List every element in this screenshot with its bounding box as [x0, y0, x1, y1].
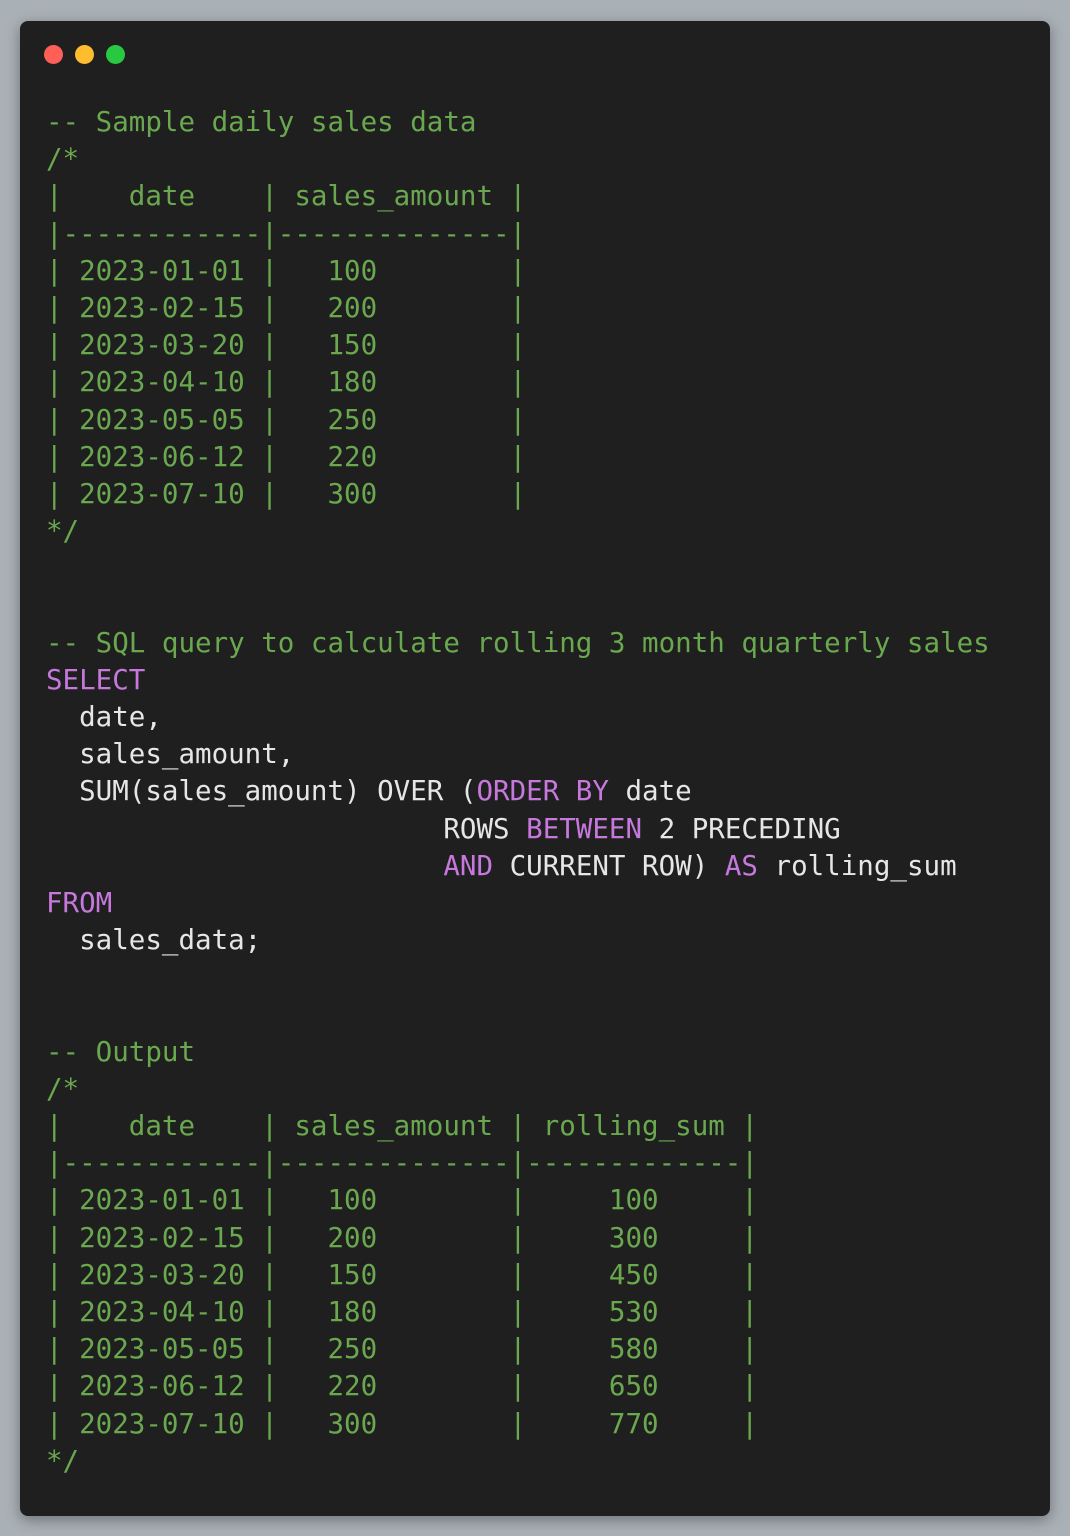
- code-block: -- Sample daily sales data /* | date | sal…: [46, 104, 990, 1480]
- close-dot[interactable]: [44, 45, 63, 64]
- sql-keyword: SELECT: [46, 663, 146, 696]
- code-line: ROWS BETWEEN 2 PRECEDING: [46, 811, 990, 848]
- code-line: | 2023-03-20 | 150 | 450 |: [46, 1257, 990, 1294]
- code-comment: | date | sales_amount |: [46, 180, 527, 213]
- code-window: -- Sample daily sales data /* | date | sal…: [20, 21, 1050, 1516]
- code-comment: /*: [46, 1072, 80, 1105]
- code-line: | date | sales_amount | rolling_sum |: [46, 1108, 990, 1145]
- code-text: CURRENT ROW): [493, 849, 725, 882]
- code-line: AND CURRENT ROW) AS rolling_sum: [46, 848, 990, 885]
- code-text: sales_data;: [46, 924, 262, 957]
- code-line: | 2023-07-10 | 300 | 770 |: [46, 1406, 990, 1443]
- code-line: | 2023-07-10 | 300 |: [46, 476, 990, 513]
- code-comment: | 2023-05-05 | 250 |: [46, 403, 527, 436]
- code-comment: | 2023-06-12 | 220 | 650 |: [46, 1370, 758, 1403]
- code-line: | date | sales_amount |: [46, 178, 990, 215]
- code-comment: | 2023-04-10 | 180 | 530 |: [46, 1296, 758, 1328]
- code-comment: */: [46, 515, 80, 548]
- code-line: /*: [46, 1071, 990, 1108]
- code-comment: |------------|--------------|: [46, 217, 527, 250]
- code-comment: | 2023-02-15 | 200 | 300 |: [46, 1221, 758, 1254]
- code-comment: | date | sales_amount | rolling_sum |: [46, 1110, 758, 1143]
- code-comment: | 2023-07-10 | 300 | 770 |: [46, 1407, 758, 1440]
- code-line: */: [46, 513, 990, 550]
- code-line: | 2023-06-12 | 220 | 650 |: [46, 1368, 990, 1405]
- code-line: | 2023-02-15 | 200 | 300 |: [46, 1220, 990, 1257]
- minimize-dot[interactable]: [75, 45, 94, 64]
- code-line: | 2023-05-05 | 250 |: [46, 402, 990, 439]
- code-comment: | 2023-03-20 | 150 | 450 |: [46, 1258, 758, 1291]
- sql-keyword: AS: [724, 849, 758, 882]
- code-line: |------------|--------------|-----------…: [46, 1145, 990, 1182]
- code-line: date,: [46, 699, 990, 736]
- code-comment: /*: [46, 143, 80, 176]
- code-line: | 2023-06-12 | 220 |: [46, 439, 990, 476]
- code-comment: */: [46, 1444, 80, 1477]
- code-comment: | 2023-05-05 | 250 | 580 |: [46, 1333, 758, 1366]
- code-line: | 2023-02-15 | 200 |: [46, 290, 990, 327]
- code-text: SUM(sales_amount) OVER (: [46, 775, 477, 808]
- code-comment: | 2023-04-10 | 180 |: [46, 366, 527, 399]
- code-comment: | 2023-01-01 | 100 | 100 |: [46, 1184, 758, 1217]
- code-line: FROM: [46, 885, 990, 922]
- maximize-dot[interactable]: [106, 45, 125, 64]
- code-line: sales_amount,: [46, 736, 990, 773]
- code-line: | 2023-05-05 | 250 | 580 |: [46, 1331, 990, 1368]
- code-line: -- SQL query to calculate rolling 3 mont…: [46, 625, 990, 662]
- code-comment: | 2023-07-10 | 300 |: [46, 477, 527, 510]
- code-line: | 2023-03-20 | 150 |: [46, 327, 990, 364]
- code-line: | 2023-01-01 | 100 |: [46, 253, 990, 290]
- code-comment: -- Sample daily sales data: [46, 106, 477, 138]
- code-line: | 2023-01-01 | 100 | 100 |: [46, 1182, 990, 1219]
- code-comment: | 2023-01-01 | 100 |: [46, 254, 527, 287]
- code-text: date: [608, 775, 692, 808]
- code-text: sales_amount,: [46, 738, 295, 771]
- code-line: | 2023-04-10 | 180 | 530 |: [46, 1294, 990, 1331]
- code-line: /*: [46, 141, 990, 178]
- code-line: -- Output: [46, 1034, 990, 1071]
- code-text: ROWS: [46, 812, 527, 845]
- code-text: date,: [46, 701, 162, 733]
- code-comment: | 2023-03-20 | 150 |: [46, 329, 527, 362]
- code-comment: | 2023-06-12 | 220 |: [46, 440, 527, 473]
- code-line: SUM(sales_amount) OVER (ORDER BY date: [46, 773, 990, 810]
- sql-keyword: AND: [443, 849, 494, 882]
- code-line: SELECT: [46, 662, 990, 699]
- sql-keyword: ORDER BY: [476, 775, 609, 808]
- code-line: */: [46, 1443, 990, 1480]
- code-line: | 2023-04-10 | 180 |: [46, 364, 990, 401]
- code-text: 2 PRECEDING: [642, 812, 841, 845]
- code-comment: -- SQL query to calculate rolling 3 mont…: [46, 626, 990, 659]
- sql-keyword: BETWEEN: [526, 812, 643, 845]
- sql-keyword: FROM: [46, 886, 113, 919]
- code-line: |------------|--------------|: [46, 216, 990, 253]
- code-comment: | 2023-02-15 | 200 |: [46, 291, 527, 324]
- code-text: rolling_sum: [757, 849, 957, 882]
- code-comment: -- Output: [46, 1035, 196, 1068]
- code-line: -- Sample daily sales data: [46, 104, 990, 141]
- code-line: sales_data;: [46, 922, 990, 959]
- code-comment: |------------|--------------|-----------…: [46, 1147, 758, 1180]
